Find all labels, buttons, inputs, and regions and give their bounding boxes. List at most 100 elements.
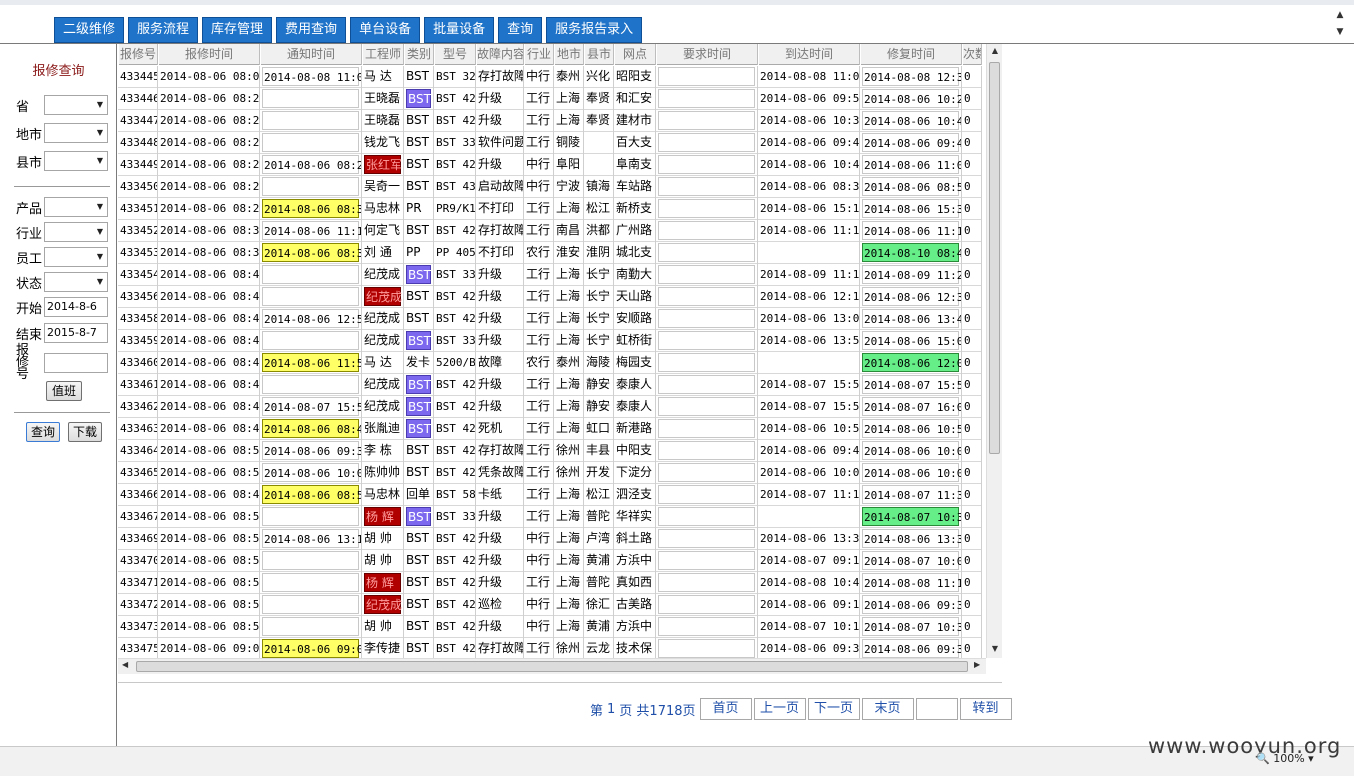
- county-select[interactable]: [44, 151, 108, 171]
- cell-fix-time: 2014-08-07 15:58: [860, 374, 962, 396]
- cell-category: BST: [404, 132, 434, 154]
- table-row[interactable]: 433473 2014-08-06 08:57 胡 帅 BST BST 42 升级 中行 上海…: [118, 616, 982, 638]
- table-row[interactable]: 433458 2014-08-06 08:42 2014-08-06 12:52 纪茂…: [118, 308, 982, 330]
- scroll-down-icon[interactable]: ▼: [987, 644, 1003, 653]
- nav-secondary-repair[interactable]: 二级维修: [54, 17, 125, 43]
- table-row[interactable]: 433459 2014-08-06 08:43 纪茂成 BST BST 33 升级 工行 上海…: [118, 330, 982, 352]
- table-row[interactable]: 433471 2014-08-06 08:57 杨 辉 BST BST 42 升级 工行 上海…: [118, 572, 982, 594]
- nav-query[interactable]: 查询: [498, 17, 543, 43]
- table-row[interactable]: 433463 2014-08-06 08:47 2014-08-06 08:48 张胤…: [118, 418, 982, 440]
- cell-model: BST 42: [434, 286, 476, 308]
- vertical-scrollbar[interactable]: ▲ ▼: [986, 44, 1002, 658]
- column-header-city[interactable]: 地市: [554, 44, 584, 65]
- cell-report-time: 2014-08-06 08:26: [158, 132, 260, 154]
- cell-city: 徐州: [554, 462, 584, 484]
- repair-no-input[interactable]: [44, 353, 108, 373]
- column-header-report-time[interactable]: 报修时间: [158, 44, 260, 65]
- scroll-right-icon[interactable]: ▶: [974, 660, 980, 669]
- cell-county: 黄浦: [584, 616, 614, 638]
- table-row[interactable]: 433461 2014-08-06 08:43 纪茂成 BST BST 42 升级 工行 上海…: [118, 374, 982, 396]
- column-header-model[interactable]: 型号: [434, 44, 476, 65]
- horizontal-scrollbar[interactable]: ◀ ▶: [118, 658, 986, 674]
- column-header-arrive-time[interactable]: 到达时间: [758, 44, 860, 65]
- nav-cost-query[interactable]: 费用查询: [276, 17, 347, 43]
- table-row[interactable]: 433446 2014-08-06 08:23 王晓磊 BST BST 42 升级 工行 上海…: [118, 88, 982, 110]
- cell-count: 0: [962, 132, 982, 154]
- cell-model: 5200/B: [434, 352, 476, 374]
- column-header-fix-time[interactable]: 修复时间: [860, 44, 962, 65]
- table-row[interactable]: 433447 2014-08-06 08:23 王晓磊 BST BST 42 升级 工行 上海…: [118, 110, 982, 132]
- scroll-up-icon[interactable]: ▲: [987, 46, 1003, 55]
- province-select[interactable]: [44, 95, 108, 115]
- page-jump-input[interactable]: [915, 698, 958, 720]
- table-row[interactable]: 433475 2014-08-06 09:01 2014-08-06 09:01 李传…: [118, 638, 982, 660]
- table-row[interactable]: 433467 2014-08-06 08:54 杨 辉 BST BST 33 升级 工行 上海…: [118, 506, 982, 528]
- cell-fix-time: 2014-08-07 10:34: [860, 506, 962, 528]
- table-row[interactable]: 433448 2014-08-06 08:26 钱龙飞 BST BST 33 软件问题 工行…: [118, 132, 982, 154]
- nav-inventory[interactable]: 库存管理: [202, 17, 273, 43]
- cell-arrive-time: 2014-08-07 15:59: [758, 396, 860, 418]
- cell-value: [262, 331, 359, 350]
- product-label: 产品: [16, 201, 43, 217]
- table-row[interactable]: 433462 2014-08-06 08:43 2014-08-07 15:59 纪茂…: [118, 396, 982, 418]
- next-page-button[interactable]: 下一页: [807, 698, 860, 720]
- table-row[interactable]: 433449 2014-08-06 08:27 2014-08-06 08:28 张红…: [118, 154, 982, 176]
- end-date-input[interactable]: 2015-8-7: [44, 323, 108, 343]
- cell-value: 2014-08-06 15:39: [862, 199, 961, 218]
- column-header-notify-time[interactable]: 通知时间: [260, 44, 362, 65]
- table-row[interactable]: 433465 2014-08-06 08:50 2014-08-06 10:08 陈帅…: [118, 462, 982, 484]
- table-row[interactable]: 433456 2014-08-06 08:42 纪茂成 BST BST 42 升级 工行 上海…: [118, 286, 982, 308]
- last-page-button[interactable]: 末页: [861, 698, 914, 720]
- city-select[interactable]: [44, 123, 108, 143]
- horizontal-scroll-thumb[interactable]: [136, 661, 968, 672]
- cell-fault: 升级: [476, 550, 524, 572]
- table-row[interactable]: 433464 2014-08-06 08:50 2014-08-06 09:34 李 …: [118, 440, 982, 462]
- top-scroll-arrows[interactable]: ▲ ▼: [1334, 7, 1346, 41]
- table-row[interactable]: 433466 2014-08-06 08:48 2014-08-06 08:56 马忠…: [118, 484, 982, 506]
- table-row[interactable]: 433469 2014-08-06 08:57 2014-08-06 13:18 胡 …: [118, 528, 982, 550]
- column-header-required-time[interactable]: 要求时间: [656, 44, 758, 65]
- table-row[interactable]: 433454 2014-08-06 08:40 纪茂成 BST BST 33 升级 工行 上海…: [118, 264, 982, 286]
- cell-value: [262, 89, 359, 108]
- nav-service-report[interactable]: 服务报告录入: [546, 17, 643, 43]
- table-row[interactable]: 433445 2014-08-06 08:07 2014-08-08 11:03 马 …: [118, 66, 982, 88]
- status-select[interactable]: [44, 272, 108, 292]
- cell-city: 上海: [554, 264, 584, 286]
- start-label: 开始: [16, 301, 43, 317]
- nav-service-flow[interactable]: 服务流程: [128, 17, 199, 43]
- column-header-industry[interactable]: 行业: [524, 44, 554, 65]
- start-date-input[interactable]: 2014-8-6: [44, 297, 108, 317]
- scroll-left-icon[interactable]: ◀: [122, 660, 128, 669]
- table-row[interactable]: 433453 2014-08-06 08:32 2014-08-06 08:34 刘 …: [118, 242, 982, 264]
- product-select[interactable]: [44, 197, 108, 217]
- duty-button[interactable]: 值班: [46, 381, 82, 401]
- column-header-category[interactable]: 类别: [404, 44, 434, 65]
- industry-select[interactable]: [44, 222, 108, 242]
- vertical-scroll-thumb[interactable]: [989, 62, 1000, 454]
- table-row[interactable]: 433450 2014-08-06 08:27 吴奇一 BST BST 43 启动故障 中行…: [118, 176, 982, 198]
- nav-single-device[interactable]: 单台设备: [350, 17, 421, 43]
- cell-city: 铜陵: [554, 132, 584, 154]
- column-header-fault[interactable]: 故障内容: [476, 44, 524, 65]
- download-button[interactable]: 下载: [68, 422, 102, 442]
- table-row[interactable]: 433451 2014-08-06 08:29 2014-08-06 08:31 马忠…: [118, 198, 982, 220]
- cell-report-time: 2014-08-06 08:32: [158, 242, 260, 264]
- cell-required-time: [656, 198, 758, 220]
- zoom-level[interactable]: 🔍 100% ▾: [1256, 752, 1314, 765]
- column-header-count[interactable]: 次数: [962, 44, 982, 65]
- table-row[interactable]: 433460 2014-08-06 08:42 2014-08-06 11:56 马 …: [118, 352, 982, 374]
- table-row[interactable]: 433472 2014-08-06 08:58 纪茂成 BST BST 42 巡检 中行 上海…: [118, 594, 982, 616]
- goto-page-button[interactable]: 转到: [959, 698, 1012, 720]
- prev-page-button[interactable]: 上一页: [753, 698, 806, 720]
- first-page-button[interactable]: 首页: [699, 698, 752, 720]
- column-header-county[interactable]: 县市: [584, 44, 614, 65]
- column-header-site[interactable]: 网点: [614, 44, 656, 65]
- table-row[interactable]: 433452 2014-08-06 08:31 2014-08-06 11:14 何定…: [118, 220, 982, 242]
- employee-select[interactable]: [44, 247, 108, 267]
- column-header-repair-no[interactable]: 报修号: [118, 44, 158, 65]
- query-button[interactable]: 查询: [26, 422, 60, 442]
- nav-batch-device[interactable]: 批量设备: [424, 17, 495, 43]
- table-row[interactable]: 433470 2014-08-06 08:57 胡 帅 BST BST 42 升级 中行 上海…: [118, 550, 982, 572]
- column-header-engineer[interactable]: 工程师: [362, 44, 404, 65]
- cell-fix-time: 2014-08-06 10:09: [860, 462, 962, 484]
